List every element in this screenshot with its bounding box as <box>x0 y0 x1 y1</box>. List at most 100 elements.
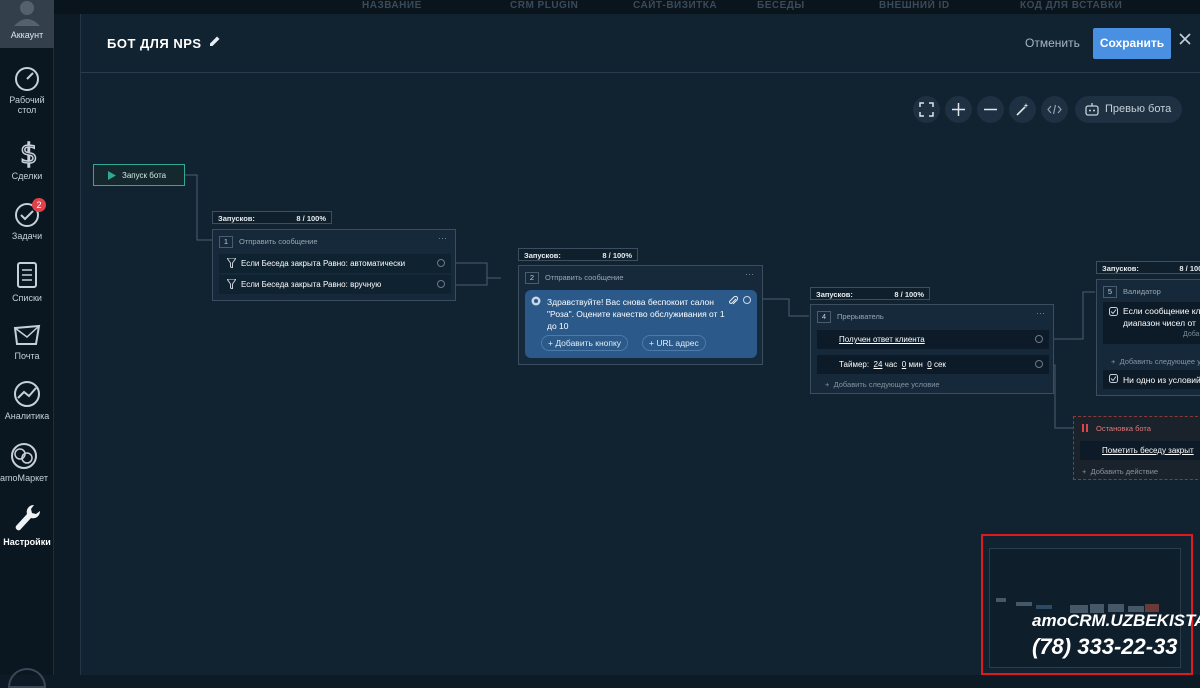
remove-icon[interactable] <box>1035 335 1043 343</box>
sidebar-item-dashboard[interactable]: Рабочий стол <box>0 66 54 115</box>
runs-value: 8 / 100% <box>296 214 326 223</box>
runs-counter: Запусков: 8 / 100% <box>810 287 930 300</box>
bg-col-site: САЙТ-ВИЗИТКА <box>633 0 718 11</box>
sidebar-item-settings[interactable]: Настройки <box>0 502 54 547</box>
filter-icon <box>227 258 236 268</box>
dashboard-icon <box>15 67 39 91</box>
sidebar-item-deals[interactable]: $ Сделки <box>0 138 54 181</box>
send-message-node-1[interactable]: 1 Отправить сообщение ··· Если Беседа зак… <box>212 229 456 301</box>
sidebar-item-analytics[interactable]: Аналитика <box>0 380 54 421</box>
node-number: 2 <box>525 272 539 284</box>
runs-value: 8 / 100% <box>894 290 924 299</box>
remove-icon[interactable] <box>437 280 445 288</box>
runs-counter: Запусков: 8 / 100% <box>212 211 332 224</box>
watermark-brand: amoCRM.UZBEKISTAN <box>1032 611 1200 630</box>
remove-icon[interactable] <box>1035 360 1043 368</box>
runs-label: Запусков: <box>218 214 255 223</box>
timer-hours[interactable]: 24 <box>874 360 883 369</box>
timer-minutes[interactable]: 0 <box>902 360 906 369</box>
timer-row[interactable]: Таймер: 24 час 0 мин 0 сек <box>817 355 1049 374</box>
play-icon <box>108 171 116 180</box>
add-button-button[interactable]: + Добавить кнопку <box>541 335 629 351</box>
interrupter-node[interactable]: 4 Прерыватель ··· Получен ответ клиента Т… <box>810 304 1054 394</box>
sidebar-item-label: Рабочий стол <box>9 95 45 115</box>
runs-label: Запусков: <box>524 251 561 260</box>
add-condition-link[interactable]: + Добавить следующее условие <box>825 380 940 389</box>
more-options-icon[interactable]: ··· <box>438 233 447 243</box>
node-title: Прерыватель <box>837 312 884 321</box>
action-text: Пометить беседу закрыт <box>1102 446 1194 455</box>
bg-col-code: КОД ДЛЯ ВСТАВКИ <box>1020 0 1123 11</box>
condition-text: Ни одно из условий <box>1123 375 1200 385</box>
more-options-icon[interactable]: ··· <box>1036 308 1045 318</box>
remove-icon[interactable] <box>437 259 445 267</box>
tasks-badge: 2 <box>32 198 46 212</box>
send-message-node-2[interactable]: 2 Отправить сообщение ··· Здравствуйте! В… <box>518 265 763 365</box>
sidebar-item-market[interactable]: amoМаркет <box>0 442 54 483</box>
sidebar-item-tasks[interactable]: 2 Задачи <box>0 198 54 241</box>
sidebar-item-label: Почта <box>14 351 40 361</box>
stop-node-title: Остановка бота <box>1096 424 1151 433</box>
shield-check-icon <box>1109 307 1118 316</box>
mail-icon <box>13 324 41 345</box>
attachment-icon[interactable] <box>729 296 738 306</box>
sidebar-item-mail[interactable]: Почта <box>0 322 54 361</box>
sidebar-bottom-decoration <box>8 668 46 688</box>
sidebar-item-label: Списки <box>12 293 42 303</box>
wrench-icon <box>15 504 41 531</box>
mark-chat-closed-row[interactable]: Пометить беседу закрыт <box>1080 441 1200 460</box>
filter-icon <box>227 279 236 289</box>
condition-row[interactable]: Если Беседа закрыта Равно: автоматически <box>219 254 451 273</box>
runs-counter: Запусков: 8 / 100% <box>1096 261 1200 274</box>
bg-col-extid: ВНЕШНИЙ ID <box>879 0 950 11</box>
url-address-button[interactable]: + URL адрес <box>642 335 706 351</box>
validator-node[interactable]: 5 Валидатор Если сообщение кл диапазон чи… <box>1096 279 1200 396</box>
timer-minutes-unit: мин <box>908 360 923 369</box>
no-conditions-row[interactable]: Ни одно из условий <box>1103 370 1200 389</box>
minimap-block <box>1016 602 1032 606</box>
add-condition-label: Добавить следующее у <box>1119 357 1200 366</box>
pause-icon <box>1082 424 1088 432</box>
timer-seconds[interactable]: 0 <box>927 360 931 369</box>
sidebar-item-label: Настройки <box>3 537 51 547</box>
condition-text: Если Беседа закрыта Равно: автоматически <box>241 259 406 268</box>
start-bot-label: Запуск бота <box>122 171 167 180</box>
start-bot-node[interactable]: Запуск бота <box>93 164 185 186</box>
more-options-icon[interactable]: ··· <box>745 269 754 279</box>
client-reply-row[interactable]: Получен ответ клиента <box>817 330 1049 349</box>
add-condition-link[interactable]: + Добавить следующее у <box>1111 357 1200 366</box>
node-header: 5 Валидатор <box>1103 286 1161 298</box>
add-action-link[interactable]: + Добавить действие <box>1082 467 1158 476</box>
remove-icon[interactable] <box>743 296 751 304</box>
bg-col-name: НАЗВАНИЕ <box>362 0 422 11</box>
node-title: Валидатор <box>1123 287 1161 296</box>
minimap-block <box>1036 605 1052 609</box>
stop-bot-node[interactable]: Остановка бота Пометить беседу закрыт + … <box>1073 416 1200 480</box>
add-action-label: Добавить действие <box>1090 467 1159 476</box>
node-header: 2 Отправить сообщение <box>525 272 624 284</box>
sidebar-item-label: amoМаркет <box>0 473 48 483</box>
market-icon <box>11 443 37 469</box>
message-card[interactable]: Здравствуйте! Вас снова беспокоит салон … <box>525 290 757 358</box>
node-header: 4 Прерыватель <box>817 311 884 323</box>
bg-col-crm: CRM PLUGIN <box>510 0 579 11</box>
minimap-block <box>996 598 1006 602</box>
svg-text:$: $ <box>20 138 38 168</box>
runs-value: 8 / 100% <box>602 251 632 260</box>
condition-extra: Доба <box>1183 331 1200 338</box>
condition-row[interactable]: Если Беседа закрыта Равно: вручную <box>219 275 451 294</box>
timer-text: Таймер: 24 час 0 мин 0 сек <box>839 360 946 369</box>
sidebar-item-lists[interactable]: Списки <box>0 260 54 303</box>
node-header: 1 Отправить сообщение <box>219 236 318 248</box>
account-label: Аккаунт <box>10 30 44 40</box>
node-number: 1 <box>219 236 233 248</box>
left-sidebar: Аккаунт Рабочий стол $ Сделки 2 Задачи С… <box>0 0 54 688</box>
analytics-icon <box>14 381 40 407</box>
list-icon <box>17 262 37 288</box>
avatar[interactable]: Аккаунт <box>0 0 54 48</box>
timer-seconds-unit: сек <box>933 360 946 369</box>
validator-condition-row[interactable]: Если сообщение кл диапазон чисел от Доба <box>1103 302 1200 344</box>
add-condition-label: Добавить следующее условие <box>833 380 940 389</box>
node-title: Отправить сообщение <box>545 273 624 282</box>
runs-value: 8 / 100% <box>1179 264 1200 273</box>
